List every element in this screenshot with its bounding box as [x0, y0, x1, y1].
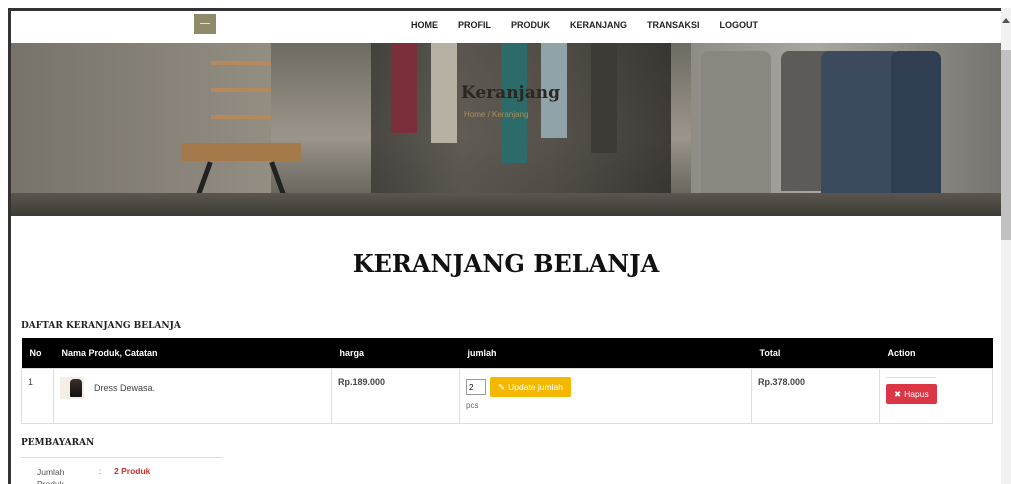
banner-table: [181, 143, 301, 161]
cell-product: Dress Dewasa.: [53, 368, 332, 424]
banner-shelf: [211, 61, 271, 65]
page-title: KERANJANG BELANJA: [352, 249, 660, 278]
banner-jacket: [701, 51, 771, 201]
banner-shelf: [211, 88, 271, 92]
top-navbar: HOME PROFIL PRODUK KERANJANG TRANSAKSI L…: [11, 11, 1001, 43]
hero-banner: Keranjang Home / Keranjang: [11, 43, 1001, 216]
header-product: Nama Produk, Catatan: [53, 338, 332, 369]
banner-title: Keranjang: [461, 83, 560, 103]
update-quantity-button[interactable]: ✎ Update jumlah: [490, 377, 571, 397]
payment-divider: [21, 457, 223, 458]
browser-viewport: HOME PROFIL PRODUK KERANJANG TRANSAKSI L…: [8, 8, 1001, 484]
banner-garment: [391, 43, 417, 133]
banner-jacket: [891, 51, 941, 201]
vertical-scrollbar[interactable]: [1001, 8, 1011, 484]
delete-button[interactable]: ✖ Hapus: [886, 384, 937, 404]
banner-garment: [431, 43, 457, 143]
banner-floor: [11, 193, 1001, 216]
product-name: Dress Dewasa.: [94, 383, 156, 393]
quantity-input[interactable]: [466, 379, 486, 395]
nav-keranjang[interactable]: KERANJANG: [570, 20, 627, 30]
cart-table: No Nama Produk, Catatan harga jumlah Tot…: [21, 338, 993, 424]
banner-garment: [501, 43, 527, 163]
cell-harga: Rp.189.000: [331, 368, 460, 424]
nav-produk[interactable]: PRODUK: [511, 20, 550, 30]
edit-icon: ✎: [498, 381, 506, 392]
unit-label: pcs: [466, 401, 479, 410]
delete-button-label: Hapus: [904, 389, 929, 399]
scroll-up-arrow-icon[interactable]: [1002, 18, 1010, 23]
nav-logout[interactable]: LOGOUT: [720, 20, 759, 30]
banner-shelf: [211, 115, 271, 119]
payment-label: Jumlah Produk: [37, 467, 65, 484]
site-logo[interactable]: [194, 14, 216, 34]
header-total: Total: [751, 338, 880, 369]
banner-garment: [591, 43, 617, 153]
close-icon: ✖: [894, 388, 902, 399]
nav-home[interactable]: HOME: [411, 20, 438, 30]
nav-transaksi[interactable]: TRANSAKSI: [647, 20, 700, 30]
cell-total: Rp.378.000: [751, 368, 880, 424]
payment-title: PEMBAYARAN: [21, 438, 95, 448]
cell-no: 1: [21, 368, 54, 424]
table-row: 1 Dress Dewasa. Rp.189.000 ✎ Update juml…: [21, 368, 993, 424]
product-thumbnail[interactable]: [60, 377, 84, 399]
update-button-label: Update jumlah: [508, 382, 563, 392]
header-action: Action: [879, 338, 993, 369]
scroll-thumb[interactable]: [1001, 50, 1011, 240]
cart-section-title: DAFTAR KERANJANG BELANJA: [21, 321, 181, 331]
table-header-row: No Nama Produk, Catatan harga jumlah Tot…: [21, 338, 993, 369]
main-nav: HOME PROFIL PRODUK KERANJANG TRANSAKSI L…: [411, 20, 778, 30]
header-no: No: [21, 338, 54, 369]
dress-image-icon: [70, 379, 82, 397]
header-harga: harga: [331, 338, 460, 369]
nav-profil[interactable]: PROFIL: [458, 20, 491, 30]
header-jumlah: jumlah: [459, 338, 752, 369]
breadcrumb[interactable]: Home / Keranjang: [464, 110, 528, 119]
payment-colon: :: [99, 466, 102, 476]
cell-action: ✖ Hapus: [879, 368, 993, 424]
banner-jacket: [821, 51, 901, 211]
cell-jumlah: ✎ Update jumlah pcs: [459, 368, 752, 424]
payment-value: 2 Produk: [114, 466, 151, 476]
banner-wall: [11, 43, 271, 216]
